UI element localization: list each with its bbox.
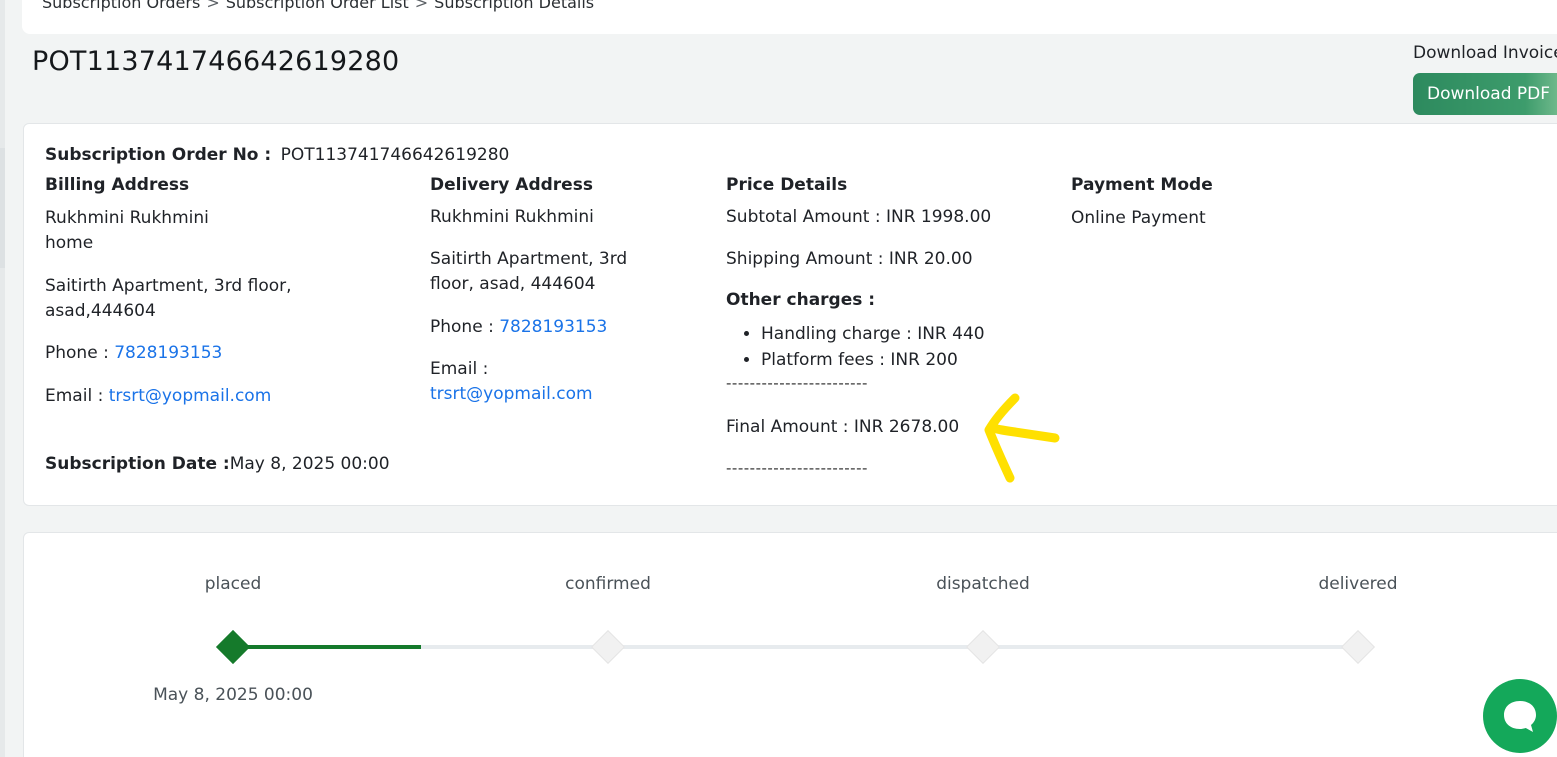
price-divider-bottom: ------------------------ xyxy=(726,459,868,477)
billing-phone-link[interactable]: 7828193153 xyxy=(114,343,222,363)
stage-label-delivered: delivered xyxy=(1318,574,1398,594)
stage-label-dispatched: dispatched xyxy=(936,574,1030,594)
charge-handling: Handling charge : INR 440 xyxy=(761,321,985,347)
payment-mode-value: Online Payment xyxy=(1071,208,1206,228)
final-amount: Final Amount : INR 2678.00 xyxy=(726,417,960,437)
left-rail xyxy=(0,0,5,757)
delivery-phone-label: Phone : xyxy=(430,317,494,337)
billing-email-label: Email : xyxy=(45,386,104,406)
tracker-progress-fill xyxy=(233,645,421,649)
delivery-phone-row: Phone : 7828193153 xyxy=(430,317,607,337)
chat-bubble-icon xyxy=(1504,701,1536,732)
stage-label-placed: placed xyxy=(204,574,262,594)
breadcrumb-item-order-list[interactable]: Subscription Order List xyxy=(226,0,409,12)
delivery-address-line1: Saitirth Apartment, 3rd xyxy=(430,249,628,269)
delivery-address-line2: floor, asad, 444604 xyxy=(430,274,596,294)
payment-heading: Payment Mode xyxy=(1071,175,1213,195)
breadcrumb-separator: > xyxy=(414,0,429,12)
subscription-date-label: Subscription Date : xyxy=(45,454,230,474)
subscription-date-row: Subscription Date :May 8, 2025 00:00 xyxy=(45,454,390,474)
stage-label-confirmed: confirmed xyxy=(565,574,651,594)
billing-address-tag: home xyxy=(45,233,94,253)
price-subtotal: Subtotal Amount : INR 1998.00 xyxy=(726,207,992,227)
price-heading: Price Details xyxy=(726,175,848,195)
breadcrumb-item-details: Subscription Details xyxy=(434,0,595,12)
stage-date-placed: May 8, 2025 00:00 xyxy=(153,685,313,705)
billing-address-line1: Saitirth Apartment, 3rd floor, xyxy=(45,276,292,296)
subscription-date-value: May 8, 2025 00:00 xyxy=(229,454,390,474)
delivery-email-link[interactable]: trsrt@yopmail.com xyxy=(430,384,593,404)
order-number-label: Subscription Order No : xyxy=(45,145,272,165)
delivery-name: Rukhmini Rukhmini xyxy=(430,207,594,227)
billing-name: Rukhmini Rukhmini xyxy=(45,208,209,228)
download-invoice-label: Download Invoice xyxy=(1413,43,1557,63)
left-rail-notch xyxy=(0,148,5,268)
price-divider-top: ------------------------ xyxy=(726,374,868,392)
arrow-annotation-icon xyxy=(984,393,1060,483)
page-title: POT113741746642619280 xyxy=(32,46,400,77)
billing-email-row: Email : trsrt@yopmail.com xyxy=(45,386,271,406)
breadcrumb-separator: > xyxy=(206,0,220,12)
billing-email-link[interactable]: trsrt@yopmail.com xyxy=(109,386,272,406)
billing-phone-row: Phone : 7828193153 xyxy=(45,343,222,363)
delivery-phone-link[interactable]: 7828193153 xyxy=(499,317,607,337)
download-pdf-button[interactable]: Download PDF xyxy=(1413,73,1557,115)
billing-address-line2: asad,444604 xyxy=(45,301,156,321)
charge-platform-fees: Platform fees : INR 200 xyxy=(761,347,985,373)
billing-heading: Billing Address xyxy=(45,175,190,195)
breadcrumb: Subscription Orders > Subscription Order… xyxy=(42,0,594,12)
billing-phone-label: Phone : xyxy=(45,343,109,363)
delivery-email-label: Email : xyxy=(430,359,489,379)
breadcrumb-item-subscription-orders[interactable]: Subscription Orders xyxy=(42,0,200,12)
delivery-heading: Delivery Address xyxy=(430,175,593,195)
price-shipping: Shipping Amount : INR 20.00 xyxy=(726,249,973,269)
other-charges-heading: Other charges : xyxy=(726,290,876,310)
order-number-value: POT113741746642619280 xyxy=(280,145,510,165)
order-number-row: Subscription Order No : POT1137417466426… xyxy=(45,145,509,165)
chat-button[interactable] xyxy=(1483,679,1557,753)
other-charges-list: Handling charge : INR 440 Platform fees … xyxy=(726,321,985,373)
